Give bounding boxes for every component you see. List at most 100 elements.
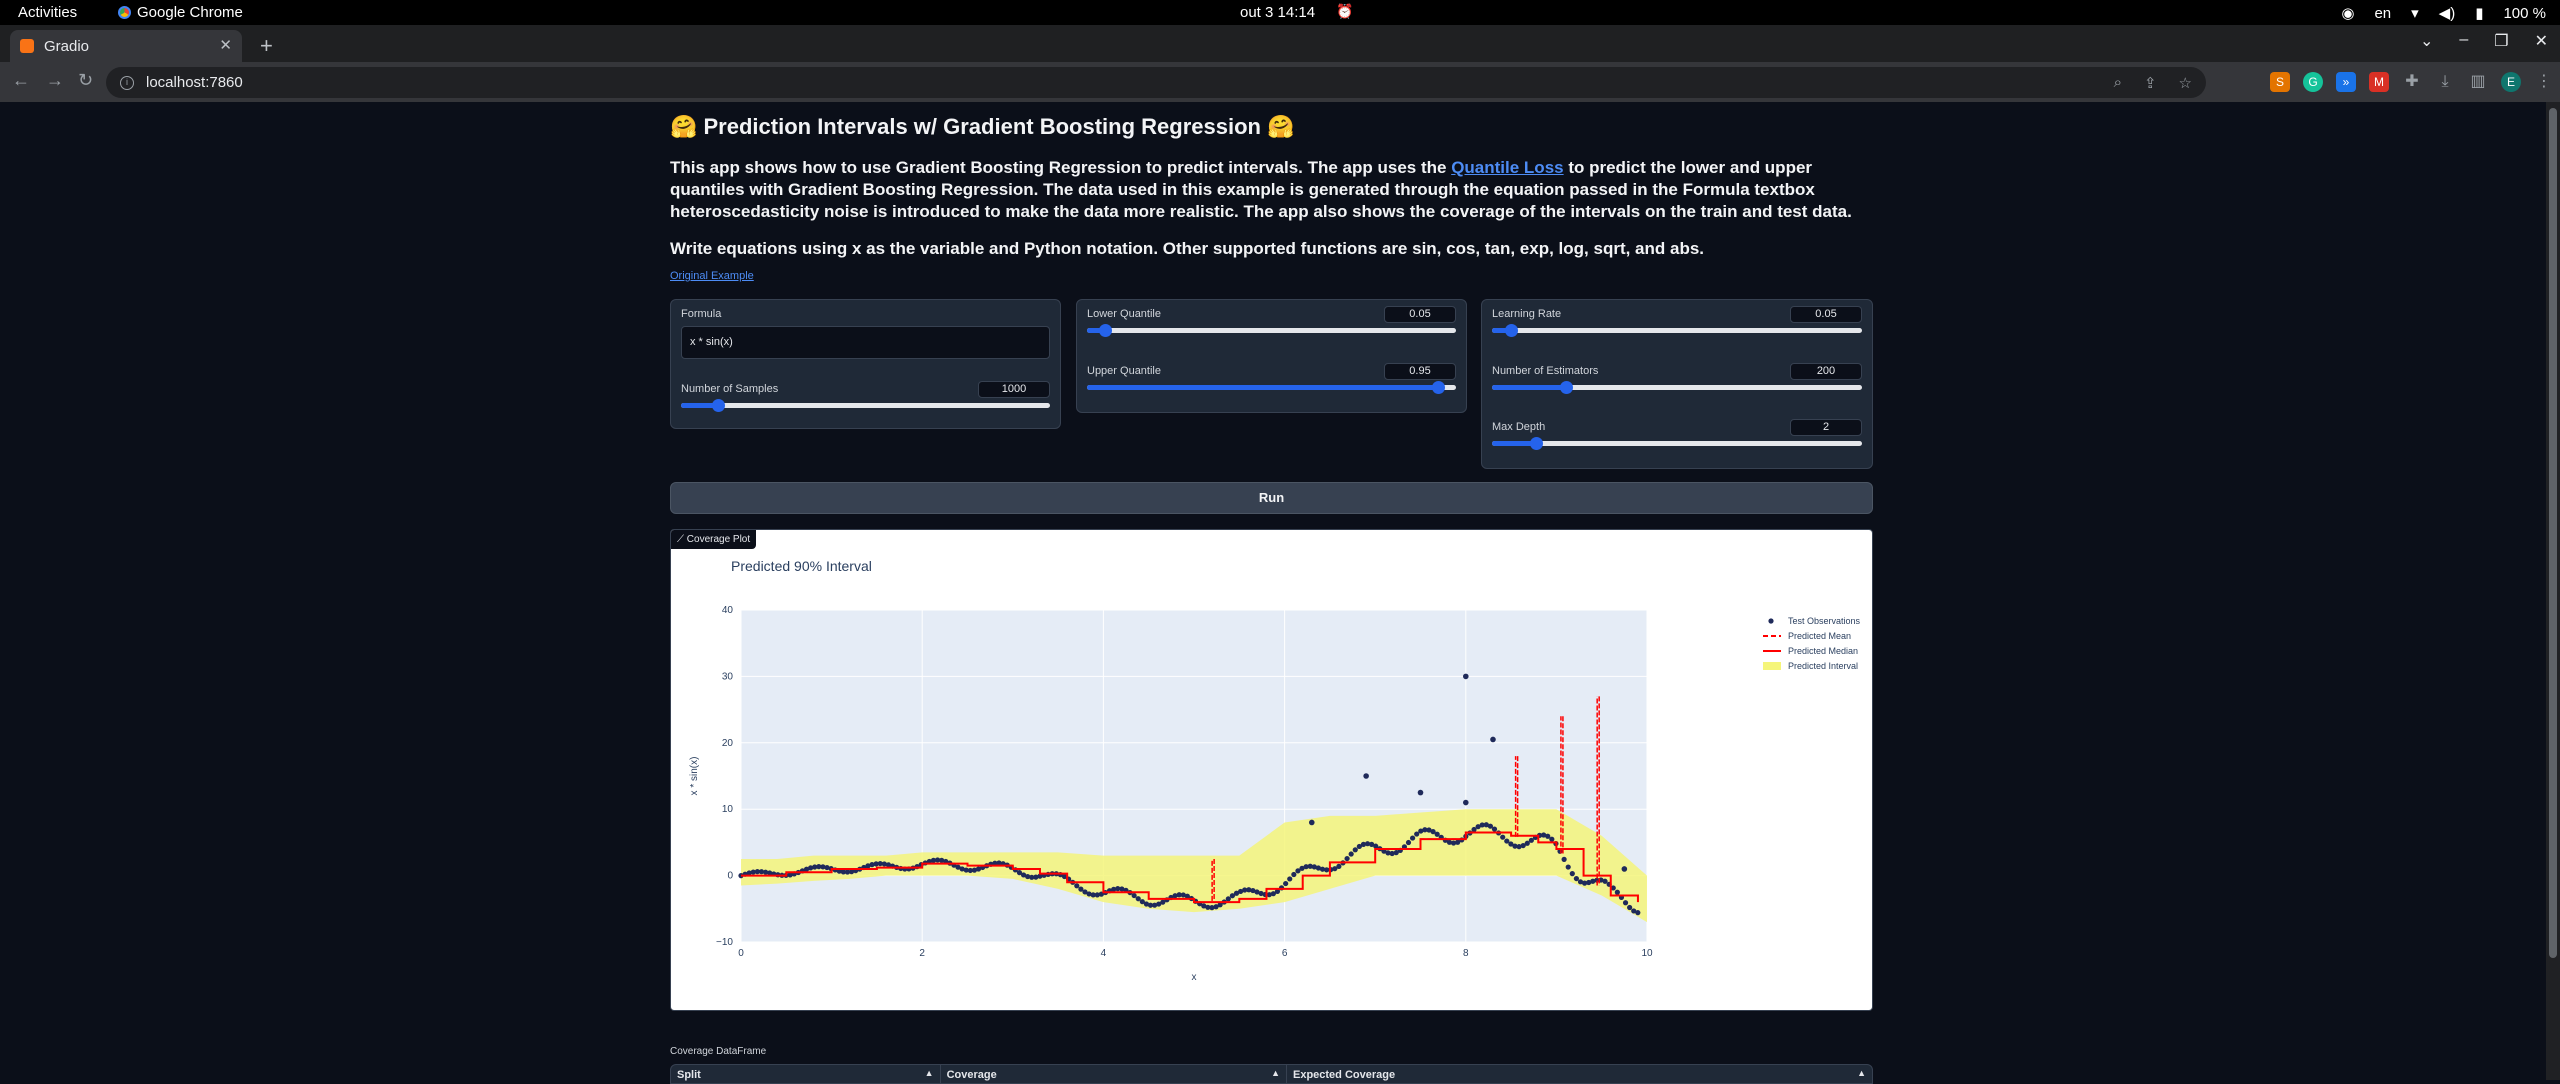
- test-observation-point: [1614, 889, 1620, 895]
- estimators-handle[interactable]: [1560, 381, 1573, 394]
- max-depth-input[interactable]: 2: [1790, 419, 1862, 436]
- back-icon[interactable]: ←: [12, 70, 30, 91]
- sort-icon[interactable]: ▲: [1271, 1068, 1280, 1078]
- scrollbar-thumb[interactable]: [2549, 108, 2557, 958]
- legend-label: Predicted Median: [1788, 646, 1858, 656]
- side-panel-icon[interactable]: ▥: [2468, 72, 2488, 92]
- df-header-expected-label: Expected Coverage: [1292, 1069, 1396, 1081]
- forward-icon[interactable]: →: [46, 70, 64, 91]
- dataframe-label: Coverage DataFrame: [670, 1046, 767, 1057]
- test-observation-point: [1490, 736, 1496, 743]
- wifi-icon: ▾: [2411, 5, 2419, 22]
- learning-rate-slider[interactable]: [1492, 324, 1862, 337]
- share-icon[interactable]: ⇪: [2144, 74, 2157, 92]
- lower-quantile-slider[interactable]: [1087, 324, 1456, 337]
- run-button[interactable]: Run: [670, 482, 1873, 514]
- address-bar[interactable]: i localhost:7860 ⌕ ⇪ ☆: [106, 67, 2206, 98]
- lower-quantile-input[interactable]: 0.05: [1384, 306, 1456, 323]
- close-tab-icon[interactable]: ✕: [219, 36, 232, 54]
- sort-icon[interactable]: ▲: [925, 1068, 934, 1078]
- sort-icon[interactable]: ▲: [1857, 1068, 1866, 1078]
- profile-avatar[interactable]: E: [2501, 72, 2521, 92]
- activities-button[interactable]: Activities: [18, 4, 77, 21]
- estimators-slider[interactable]: [1492, 381, 1862, 394]
- max-depth-slider[interactable]: [1492, 437, 1862, 450]
- test-observation-point: [1405, 839, 1412, 846]
- df-header-expected[interactable]: Expected Coverage ▲: [1287, 1065, 1872, 1083]
- menu-icon[interactable]: ⋮: [2534, 72, 2554, 92]
- url-text: localhost:7860: [146, 74, 243, 91]
- legend-marker: [1763, 662, 1781, 670]
- formula-input[interactable]: x * sin(x): [681, 326, 1050, 359]
- page-scrollbar[interactable]: [2546, 102, 2560, 1080]
- extensions-bar: S G » M ✚ ⤓ ▥ E ⋮: [2270, 72, 2554, 92]
- max-depth-label: Max Depth: [1492, 421, 1546, 433]
- extension-blue-icon[interactable]: »: [2336, 72, 2356, 92]
- test-observation-point: [1621, 866, 1628, 872]
- learning-rate-handle[interactable]: [1504, 324, 1518, 337]
- learning-rate-label: Learning Rate: [1492, 308, 1562, 320]
- test-observation-point: [1336, 863, 1342, 869]
- original-example-link[interactable]: Original Example: [670, 270, 754, 282]
- test-observation-point: [1463, 799, 1469, 806]
- app-name: Google Chrome: [137, 4, 243, 21]
- upper-quantile-label: Upper Quantile: [1087, 365, 1161, 377]
- model-params-panel: Learning Rate 0.05 Number of Estimators …: [1481, 299, 1873, 469]
- page-title: 🤗 Prediction Intervals w/ Gradient Boost…: [670, 114, 1295, 139]
- app-menu[interactable]: Google Chrome: [118, 4, 243, 21]
- test-observation-point: [1549, 836, 1555, 842]
- learning-rate-input[interactable]: 0.05: [1790, 306, 1862, 323]
- system-tray[interactable]: ◉ en ▾ ◀) ▮ 100 %: [2341, 4, 2546, 23]
- reload-icon[interactable]: ↻: [78, 70, 93, 91]
- df-header-coverage[interactable]: Coverage ▲: [941, 1065, 1287, 1083]
- legend-marker: [1768, 618, 1774, 624]
- test-observation-point: [1573, 875, 1580, 882]
- zoom-icon[interactable]: ⌕: [2114, 74, 2122, 92]
- test-observation-point: [1635, 910, 1641, 916]
- extension-red-icon[interactable]: M: [2369, 72, 2389, 92]
- formula-label: Formula: [681, 308, 722, 320]
- quantile-loss-link[interactable]: Quantile Loss: [1451, 158, 1563, 177]
- upper-quantile-slider[interactable]: [1087, 381, 1456, 394]
- extensions-puzzle-icon[interactable]: ✚: [2402, 72, 2422, 92]
- maximize-icon[interactable]: ❐: [2494, 31, 2508, 51]
- estimators-label: Number of Estimators: [1492, 365, 1599, 377]
- test-observation-point: [1463, 673, 1469, 680]
- coverage-plot-tab: ⟋ Coverage Plot: [671, 530, 757, 549]
- upper-quantile-handle[interactable]: [1431, 381, 1445, 394]
- test-observation-point: [1287, 876, 1293, 882]
- bookmark-star-icon[interactable]: ☆: [2179, 74, 2192, 92]
- test-observation-point: [1491, 826, 1498, 832]
- x-tick-label: 8: [1463, 948, 1469, 959]
- minimize-icon[interactable]: –: [2459, 31, 2468, 51]
- samples-slider[interactable]: [681, 399, 1050, 412]
- y-tick-label: −10: [716, 937, 733, 948]
- samples-number-input[interactable]: 1000: [978, 381, 1050, 398]
- site-info-icon[interactable]: i: [120, 75, 134, 90]
- grammarly-icon[interactable]: G: [2303, 72, 2323, 92]
- samples-slider-handle[interactable]: [711, 399, 725, 412]
- estimators-input[interactable]: 200: [1790, 363, 1862, 380]
- y-axis-title: x * sin(x): [689, 757, 700, 796]
- chrome-icon: [118, 6, 131, 19]
- max-depth-handle[interactable]: [1530, 437, 1544, 450]
- clock[interactable]: out 3 14:14: [1240, 4, 1315, 21]
- downloads-icon[interactable]: ⤓: [2435, 72, 2455, 92]
- upper-quantile-input[interactable]: 0.95: [1384, 363, 1456, 380]
- browser-tab[interactable]: Gradio ✕: [10, 30, 242, 62]
- test-observation-point: [1283, 880, 1289, 887]
- df-header-split[interactable]: Split ▲: [671, 1065, 941, 1083]
- test-observation-point: [1308, 819, 1315, 826]
- df-header-coverage-label: Coverage: [946, 1069, 997, 1081]
- quantile-panel: Lower Quantile 0.05 Upper Quantile 0.95: [1076, 299, 1467, 413]
- plot-svg[interactable]: −10 0 10 20 30 40 0 2 4 6 8 10 x x * sin(x) Test Obser…: [671, 530, 1873, 1011]
- discord-icon: ◉: [2341, 5, 2355, 22]
- tab-search-icon[interactable]: ⌄: [2420, 31, 2433, 51]
- test-observation-point: [1565, 864, 1571, 870]
- upper-quantile-control: Upper Quantile 0.95: [1087, 363, 1456, 395]
- close-window-icon[interactable]: ✕: [2535, 31, 2548, 51]
- test-observation-point: [1561, 856, 1567, 862]
- extension-orange-icon[interactable]: S: [2270, 72, 2290, 92]
- lower-quantile-handle[interactable]: [1099, 324, 1113, 337]
- new-tab-icon[interactable]: +: [260, 33, 273, 59]
